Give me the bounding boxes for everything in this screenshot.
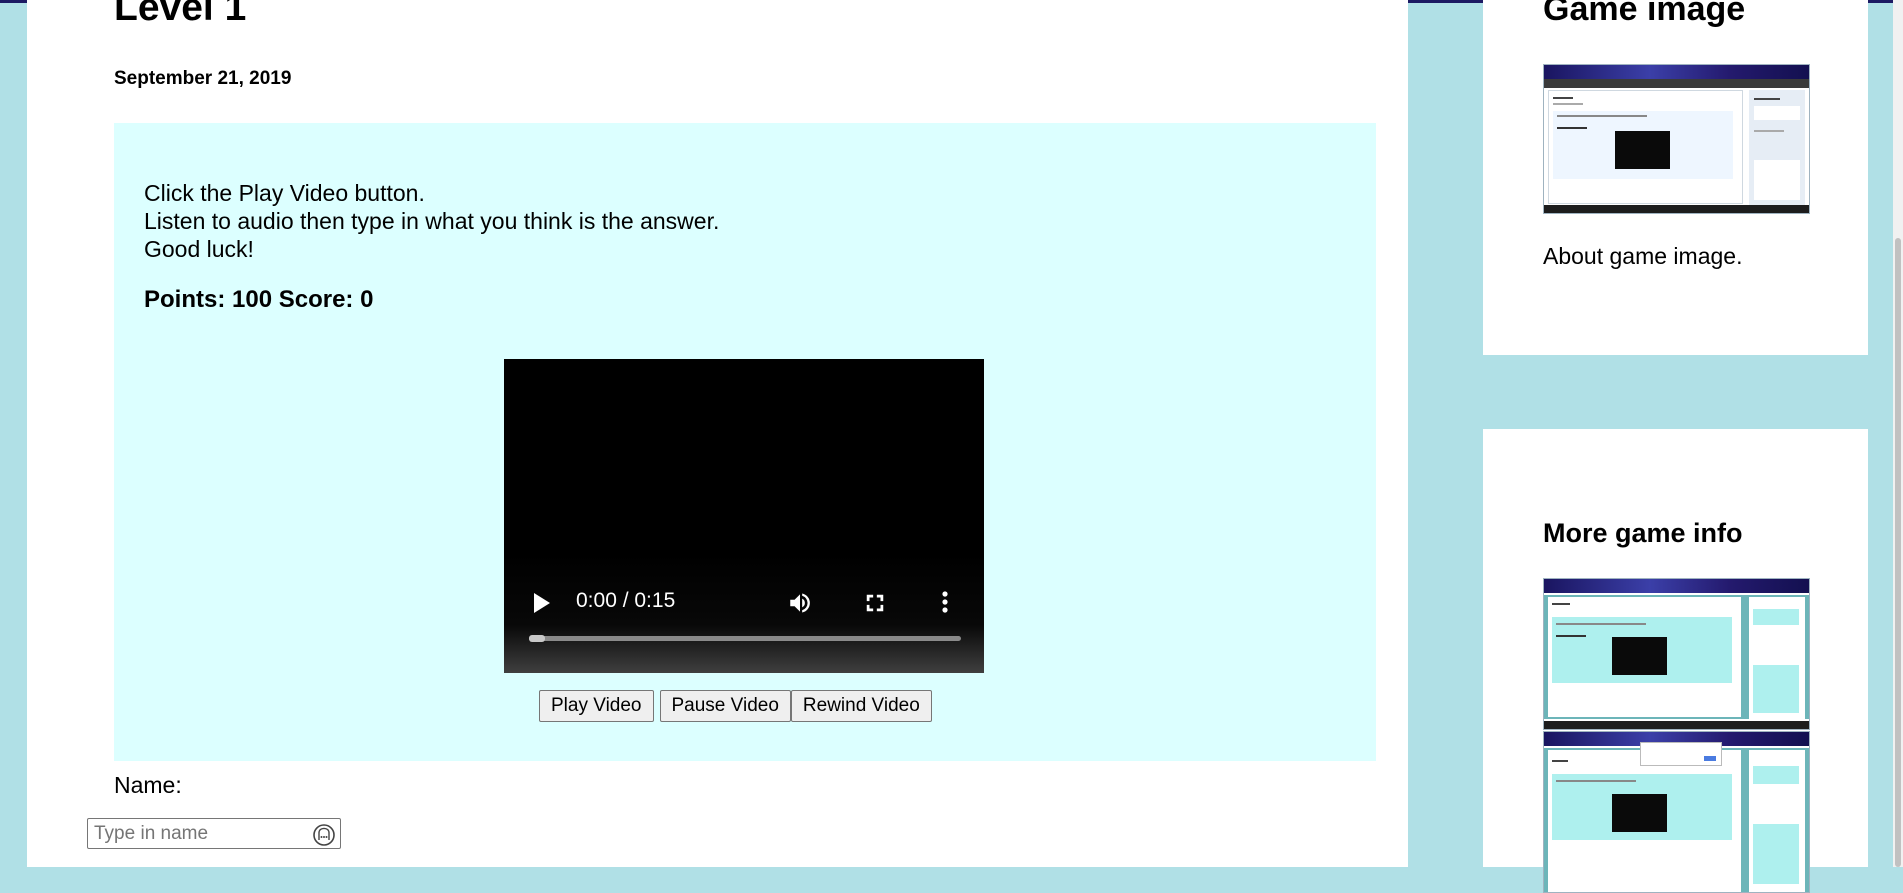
instruction-line: Good luck!	[144, 236, 254, 262]
video-controls-gradient	[504, 553, 984, 673]
thumbnail-dialog	[1640, 742, 1722, 766]
thumbnail-navbar	[1544, 79, 1809, 88]
more-game-info-heading: More game info	[1543, 518, 1743, 548]
scrollbar-thumb[interactable]	[1895, 238, 1901, 867]
thumbnail-video	[1612, 637, 1667, 675]
thumbnail-taskbar	[1544, 721, 1809, 729]
thumbnail-block	[1754, 160, 1800, 200]
thumbnail-video	[1612, 794, 1667, 832]
thumbnail-video	[1615, 131, 1670, 169]
game-image-heading: Game image	[1543, 0, 1746, 28]
video-time: 0:00 / 0:15	[576, 589, 676, 612]
thumbnail-line	[1553, 103, 1583, 105]
game-box: Click the Play Video button. Listen to a…	[114, 123, 1376, 761]
autofill-icon[interactable]	[312, 823, 336, 847]
thumbnail-line	[1557, 127, 1587, 129]
thumbnail-sidebar	[1749, 90, 1805, 205]
play-icon[interactable]	[534, 593, 550, 613]
thumbnail-dialog-button	[1704, 756, 1716, 761]
page-scrollbar[interactable]	[1893, 0, 1903, 867]
thumbnail-sidebar	[1749, 750, 1805, 892]
video-button-row: Play Video Pause Video Rewind Video	[539, 690, 932, 722]
thumbnail-line	[1553, 97, 1573, 99]
thumbnail-browser-chrome	[1544, 65, 1809, 79]
page-title: Level 1	[114, 0, 247, 29]
thumbnail-block	[1753, 766, 1799, 784]
thumbnail-main-panel	[1548, 597, 1741, 717]
instruction-line: Click the Play Video button.	[144, 180, 425, 206]
thumbnail-line	[1556, 780, 1636, 782]
thumbnail-line	[1556, 623, 1646, 625]
seek-bar[interactable]	[529, 635, 961, 642]
game-image-thumbnail[interactable]	[1543, 64, 1810, 214]
thumbnail-taskbar	[1544, 205, 1809, 213]
main-content-panel: Level 1 September 21, 2019 Click the Pla…	[27, 0, 1408, 867]
volume-icon[interactable]	[787, 590, 813, 616]
thumbnail-line	[1557, 115, 1647, 117]
thumbnail-line	[1552, 603, 1570, 605]
post-date: September 21, 2019	[114, 68, 292, 89]
play-video-button[interactable]: Play Video	[539, 690, 654, 722]
more-info-thumbnail[interactable]	[1543, 578, 1810, 730]
thumbnail-block	[1754, 106, 1800, 120]
thumbnail-block	[1753, 665, 1799, 713]
sidebar-card-game-image: Game image About game image.	[1483, 0, 1868, 355]
video-player[interactable]: 0:00 / 0:15	[504, 359, 984, 673]
name-label: Name:	[114, 772, 182, 798]
rewind-video-button[interactable]: Rewind Video	[790, 690, 932, 722]
instruction-line: Listen to audio then type in what you th…	[144, 208, 720, 234]
name-input[interactable]	[87, 818, 341, 849]
thumbnail-main-panel	[1548, 750, 1741, 892]
thumbnail-sidebar	[1749, 597, 1805, 719]
thumbnail-line	[1754, 98, 1780, 100]
thumbnail-main-panel	[1548, 90, 1743, 204]
fullscreen-icon[interactable]	[864, 592, 886, 614]
thumbnail-line	[1552, 760, 1568, 762]
thumbnail-line	[1556, 635, 1586, 637]
thumbnail-block	[1753, 609, 1799, 625]
pause-video-button[interactable]: Pause Video	[659, 690, 791, 722]
instructions: Click the Play Video button. Listen to a…	[144, 179, 719, 263]
more-vert-icon[interactable]	[940, 589, 950, 615]
thumbnail-line	[1754, 130, 1784, 132]
points-score: Points: 100 Score: 0	[144, 286, 374, 313]
sidebar-card-more-info: More game info	[1483, 429, 1868, 893]
thumbnail-block	[1753, 824, 1799, 884]
more-info-thumbnail[interactable]	[1543, 731, 1810, 893]
thumbnail-browser-chrome	[1544, 579, 1809, 593]
about-game-image-text: About game image.	[1543, 243, 1743, 269]
seek-handle[interactable]	[529, 635, 545, 642]
